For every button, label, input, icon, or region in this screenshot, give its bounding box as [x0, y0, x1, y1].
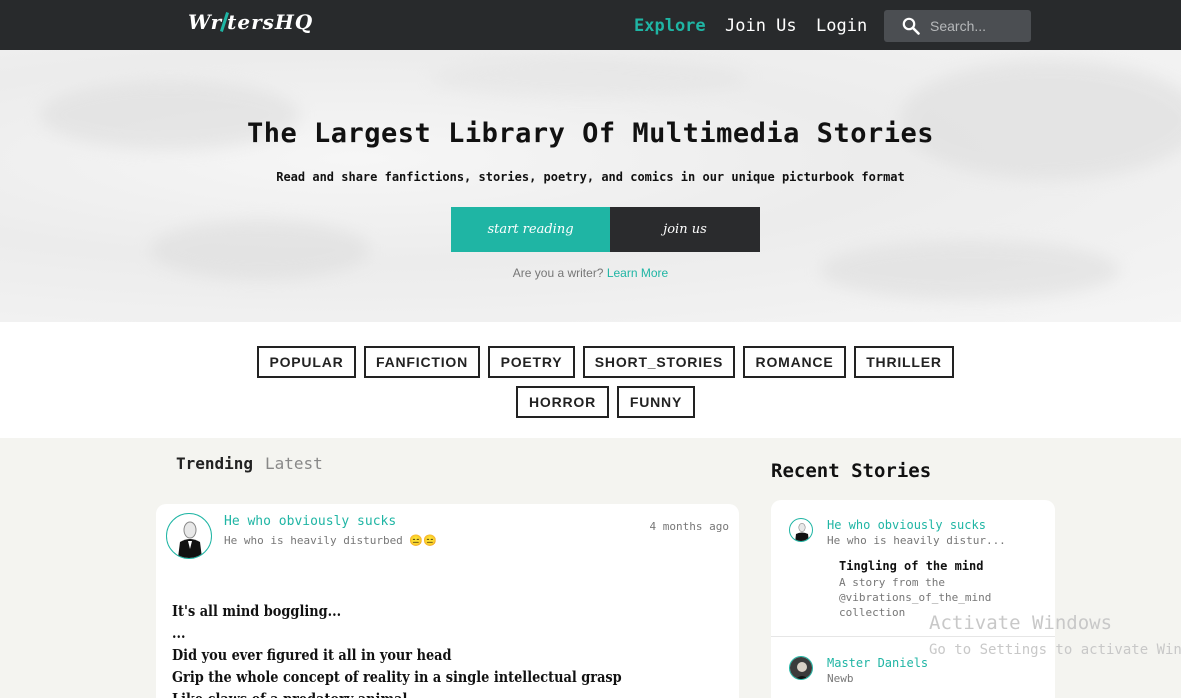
hero-subtitle: Read and share fanfictions, stories, poe… — [276, 170, 905, 184]
faceless-man-icon — [178, 521, 202, 558]
post-body: It's all mind boggling... ... Did you ev… — [172, 600, 622, 698]
learn-more-link[interactable]: Learn More — [607, 266, 668, 280]
post-author-bio: He who is heavily disturbed 😑😑 — [224, 534, 437, 547]
faceless-man-icon — [795, 523, 809, 541]
top-navbar: Wr tersHQ Explore Join Us Login — [0, 0, 1181, 50]
site-logo[interactable]: Wr tersHQ — [188, 10, 313, 34]
nav-join-us-link[interactable]: Join Us — [725, 16, 797, 36]
tag-thriller[interactable]: THRILLER — [854, 346, 954, 378]
tab-trending[interactable]: Trending — [176, 454, 253, 473]
recent-author-bio: Newb — [827, 672, 854, 685]
poem-line: It's all mind boggling... — [172, 602, 342, 620]
recent-author-bio: He who is heavily distur... — [827, 534, 1006, 547]
post-author-name[interactable]: He who obviously sucks — [224, 514, 396, 529]
recent-author-name[interactable]: He who obviously sucks — [827, 518, 986, 532]
nav-login-link[interactable]: Login — [816, 16, 867, 36]
post-timestamp: 4 months ago — [649, 520, 729, 533]
search-box[interactable] — [884, 10, 1031, 42]
join-us-button[interactable]: join us — [610, 207, 760, 252]
nav-explore-link[interactable]: Explore — [634, 16, 706, 36]
poem-line: Like claws of a predatory animal — [172, 688, 622, 698]
author-avatar[interactable] — [166, 513, 212, 559]
hero-banner: The Largest Library Of Multimedia Storie… — [0, 50, 1181, 322]
tag-fanfiction[interactable]: FANFICTION — [364, 346, 480, 378]
poem-line: Grip the whole concept of reality in a s… — [172, 668, 622, 686]
content-area: Trending Latest Recent Stories He who ob… — [0, 438, 1181, 698]
tag-short-stories[interactable]: SHORT_STORIES — [583, 346, 735, 378]
divider — [771, 636, 1055, 637]
tag-poetry[interactable]: POETRY — [488, 346, 575, 378]
hero-title: The Largest Library Of Multimedia Storie… — [247, 118, 934, 149]
tab-latest[interactable]: Latest — [265, 454, 323, 473]
poem-line: Did you ever figured it all in your head — [172, 646, 452, 664]
tag-horror[interactable]: HORROR — [516, 386, 609, 418]
recent-stories-list: He who obviously sucks He who is heavily… — [771, 500, 1055, 698]
recent-story-description: A story from the @vibrations_of_the_mind… — [839, 576, 992, 619]
writer-question: Are you a writer? — [512, 266, 604, 280]
tag-popular[interactable]: POPULAR — [257, 346, 356, 378]
writer-prompt: Are you a writer? Learn More — [0, 266, 1181, 280]
search-icon — [902, 17, 920, 35]
tag-romance[interactable]: ROMANCE — [743, 346, 846, 378]
start-reading-button[interactable]: start reading — [451, 207, 610, 252]
story-card[interactable]: He who obviously sucks He who is heavily… — [156, 504, 739, 698]
search-input[interactable] — [930, 16, 1025, 36]
recent-story-title[interactable]: Tingling of the mind — [839, 559, 984, 573]
recent-stories-heading: Recent Stories — [771, 460, 932, 482]
recent-author-avatar[interactable] — [789, 518, 813, 542]
recent-author-avatar[interactable] — [789, 656, 813, 680]
poem-line: ... — [172, 624, 186, 642]
portrait-icon — [790, 657, 812, 679]
tag-funny[interactable]: FUNNY — [617, 386, 695, 418]
recent-author-name[interactable]: Master Daniels — [827, 656, 928, 670]
